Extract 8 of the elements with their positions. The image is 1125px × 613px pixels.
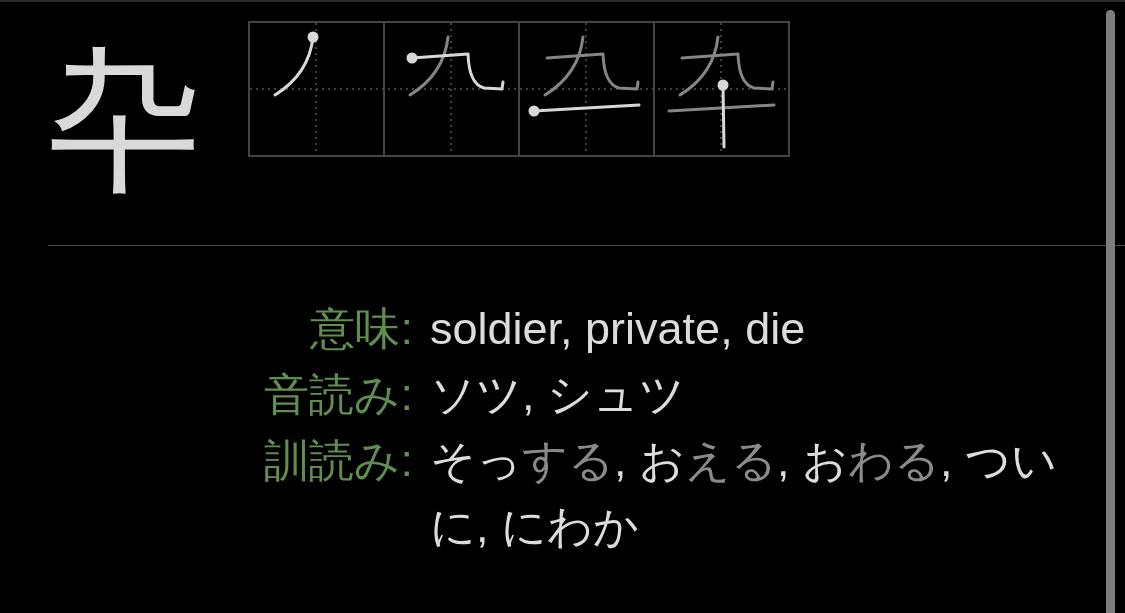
info-label: 音読み:	[263, 368, 413, 422]
info-label: 意味:	[309, 302, 413, 356]
info-value: そっする, おえる, おわる, ついに, にわか	[430, 434, 1059, 554]
info-value: ソツ, シュツ	[430, 368, 686, 422]
kanji-character: 卆	[48, 43, 204, 199]
scrollbar-thumb[interactable]	[1106, 10, 1115, 613]
info-value: soldier, private, die	[430, 302, 807, 356]
info-label: 訓読み:	[263, 434, 413, 488]
